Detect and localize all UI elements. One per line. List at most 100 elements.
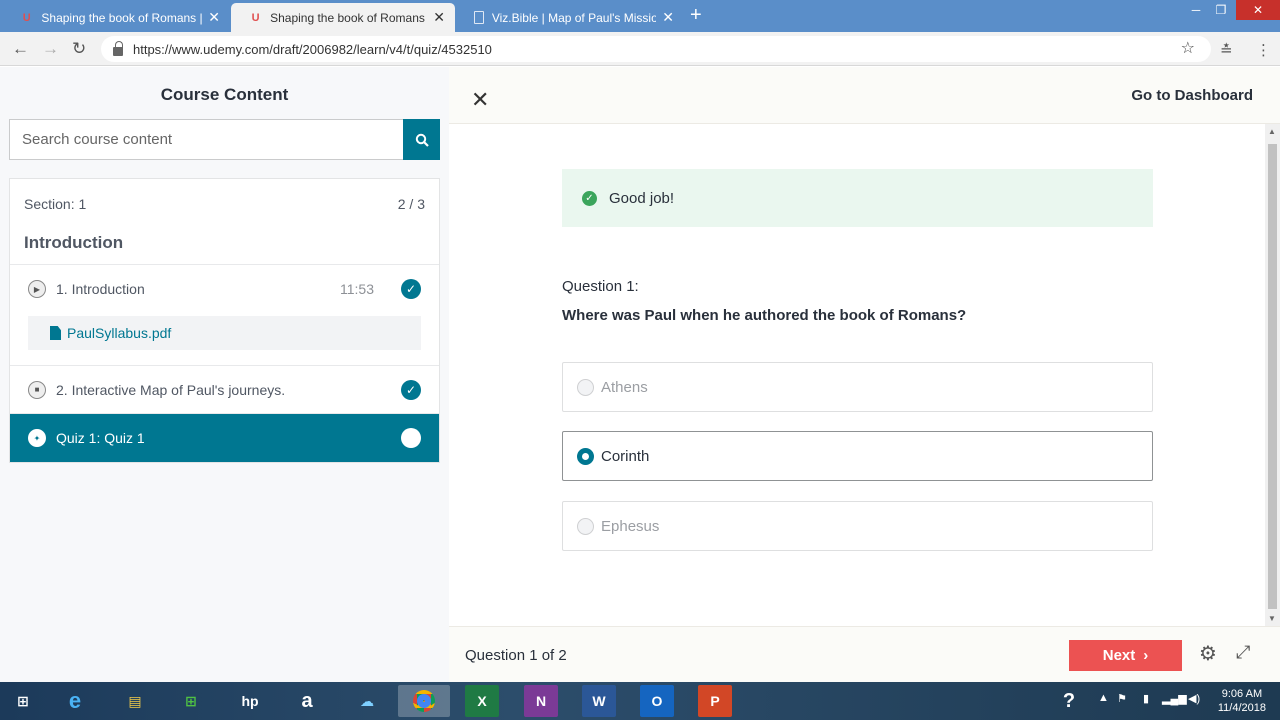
fullscreen-icon[interactable]: ⤢ (1236, 642, 1250, 663)
internet-explorer-icon[interactable]: e (58, 685, 92, 717)
course-sidebar: Course Content Section: 1 2 / 3 Introduc… (0, 67, 449, 682)
onedrive-icon[interactable]: ☁ (350, 685, 384, 717)
resource-link[interactable]: PaulSyllabus.pdf (28, 316, 421, 350)
search-button[interactable] (403, 119, 440, 160)
scrollbar[interactable]: ▲ ▼ (1265, 124, 1280, 626)
gear-icon[interactable]: ⚙ (1199, 641, 1217, 666)
answer-option-selected[interactable]: Corinth (562, 431, 1153, 481)
scroll-down-icon[interactable]: ▼ (1268, 614, 1276, 623)
battery-icon[interactable]: ▮ (1143, 692, 1149, 705)
back-icon[interactable]: ← (12, 39, 29, 59)
answer-option[interactable]: Ephesus (562, 501, 1153, 551)
success-check-icon: ✓ (582, 190, 597, 206)
answer-label: Ephesus (601, 517, 660, 535)
question-text: Where was Paul when he authored the book… (562, 307, 967, 324)
network-icon[interactable]: ▂▄▆ (1162, 692, 1187, 705)
completed-check-icon[interactable]: ✓ (401, 279, 421, 299)
scroll-up-icon[interactable]: ▲ (1268, 127, 1276, 136)
url-field[interactable]: https://www.udemy.com/draft/2006982/lear… (101, 36, 1211, 62)
section-name: Introduction (24, 233, 124, 252)
feedback-text: Good job! (609, 189, 675, 207)
resource-name: PaulSyllabus.pdf (67, 325, 172, 341)
close-sidebar-icon[interactable]: ✕ (471, 87, 489, 113)
lecture-item[interactable]: ■ 2. Interactive Map of Paul's journeys.… (10, 366, 439, 414)
sidebar-title: Course Content (160, 85, 289, 104)
section-progress: 2 / 3 (397, 196, 425, 212)
radio-button[interactable] (577, 378, 594, 396)
browser-tab-2[interactable]: U Shaping the book of Romans | Ud ✕ (231, 3, 455, 32)
excel-icon[interactable]: X (465, 685, 499, 717)
chevron-right-icon: › (1143, 647, 1149, 664)
course-player: Course Content Section: 1 2 / 3 Introduc… (0, 67, 1280, 682)
flag-icon[interactable]: ⚑ (1117, 692, 1127, 705)
resource-row: PaulSyllabus.pdf (10, 313, 439, 366)
onenote-icon[interactable]: N (524, 685, 558, 717)
window-close-icon[interactable]: ✕ (1236, 0, 1280, 20)
chrome-icon[interactable] (398, 685, 450, 717)
word-icon[interactable]: W (582, 685, 616, 717)
reload-icon[interactable]: ↻ (72, 39, 86, 59)
next-label: Next (1102, 647, 1136, 664)
quiz-panel: ✕ Go to Dashboard ✓ Good job! Question 1… (449, 67, 1280, 682)
tray-chevron-icon[interactable]: ▲ (1098, 692, 1109, 704)
tab-title: Shaping the book of Romans | Ud (270, 10, 427, 25)
address-bar: ← → ↻ https://www.udemy.com/draft/200698… (0, 32, 1280, 66)
search-input[interactable] (9, 119, 403, 160)
url-text: https://www.udemy.com/draft/2006982/lear… (133, 41, 492, 57)
close-tab-icon[interactable]: ✕ (208, 9, 220, 26)
article-icon: ■ (28, 380, 46, 399)
go-to-dashboard-link[interactable]: Go to Dashboard (1131, 87, 1253, 104)
completed-check-icon[interactable]: ✓ (401, 379, 421, 400)
udemy-icon: U (22, 11, 31, 24)
browser-tab-3[interactable]: Viz.Bible | Map of Paul's Missionary ✕ (456, 3, 684, 32)
help-icon[interactable]: ? (1052, 685, 1086, 717)
close-tab-icon[interactable]: ✕ (433, 9, 445, 26)
section-header[interactable]: Section: 1 2 / 3 Introduction (10, 179, 439, 265)
menu-kebab-icon[interactable]: ⋮ (1256, 41, 1271, 59)
windows-start-icon[interactable]: ⊞ (6, 685, 40, 717)
answer-label: Athens (601, 378, 648, 396)
quiz-item-current[interactable]: ✦ Quiz 1: Quiz 1 (10, 414, 439, 462)
incomplete-circle-icon[interactable] (401, 428, 421, 448)
lock-icon (113, 40, 123, 56)
radio-button[interactable] (577, 517, 594, 535)
lecture-duration: 11:53 (340, 281, 374, 297)
taskbar: ⊞ e ▤ ⊞ hp a ☁ X N W O P ? ▲ ⚑ ▮ ▂▄▆ ◀) … (0, 682, 1280, 720)
outlook-icon[interactable]: O (640, 685, 674, 717)
answer-option[interactable]: Athens (562, 362, 1153, 412)
system-clock[interactable]: 9:06 AM 11/4/2018 (1218, 687, 1266, 715)
new-tab-icon[interactable]: + (690, 4, 702, 27)
forward-icon[interactable]: → (42, 39, 59, 59)
quiz-icon: ✦ (28, 429, 46, 447)
quiz-content: ✓ Good job! Question 1: Where was Paul w… (449, 124, 1265, 626)
section-label: Section: 1 (24, 196, 87, 212)
course-search (9, 119, 440, 160)
store-icon[interactable]: ⊞ (174, 685, 208, 717)
restore-icon[interactable]: ❐ (1208, 0, 1234, 20)
play-icon: ▶ (28, 280, 46, 298)
browser-tab-1[interactable]: U Shaping the book of Romans | Ud ✕ (2, 3, 230, 32)
quiz-footer: Question 1 of 2 Next › ⚙ ⤢ (449, 626, 1280, 682)
answer-label: Corinth (601, 447, 650, 465)
hp-icon[interactable]: hp (233, 685, 267, 717)
search-icon (415, 133, 429, 147)
tab-title: Viz.Bible | Map of Paul's Missionary (491, 10, 657, 25)
next-button[interactable]: Next › (1069, 640, 1182, 671)
document-icon (474, 11, 484, 24)
volume-icon[interactable]: ◀) (1188, 692, 1200, 705)
file-explorer-icon[interactable]: ▤ (118, 685, 152, 717)
amazon-icon[interactable]: a (290, 685, 324, 717)
extension-icon[interactable]: ≛ (1220, 41, 1233, 59)
file-icon (50, 326, 61, 340)
lecture-title: Quiz 1: Quiz 1 (56, 430, 145, 446)
powerpoint-icon[interactable]: P (698, 685, 732, 717)
clock-date: 11/4/2018 (1217, 702, 1266, 714)
minimize-icon[interactable]: ─ (1183, 0, 1209, 20)
close-tab-icon[interactable]: ✕ (662, 9, 674, 26)
radio-button[interactable] (577, 447, 594, 465)
clock-time: 9:06 AM (1221, 688, 1263, 700)
scrollbar-thumb[interactable] (1268, 144, 1277, 609)
bookmark-star-icon[interactable]: ☆ (1181, 38, 1195, 58)
lecture-item[interactable]: ▶ 1. Introduction 11:53 ✓ (10, 265, 439, 313)
feedback-alert: ✓ Good job! (562, 169, 1153, 227)
